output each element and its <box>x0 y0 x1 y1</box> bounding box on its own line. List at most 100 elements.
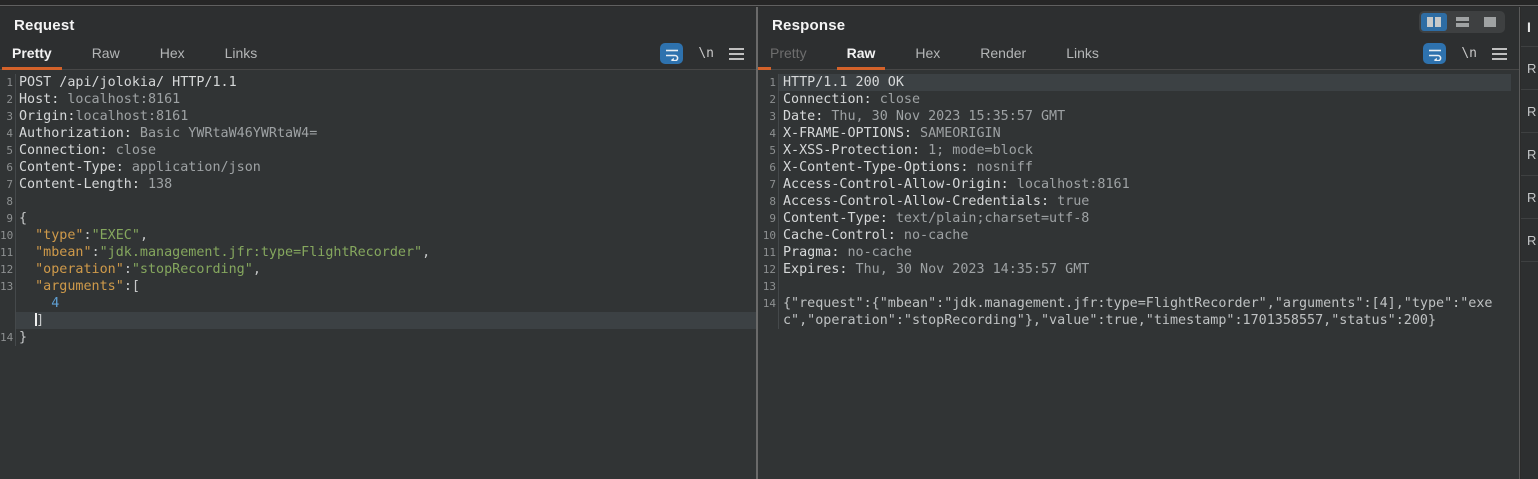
code-line[interactable]: 11Pragma: no-cache <box>758 244 1519 261</box>
code-line[interactable]: 14} <box>0 329 756 346</box>
response-panel: Response Pretty Raw Hex Render Links \n 1HTT… <box>758 7 1520 479</box>
tab-hex[interactable]: Hex <box>913 45 942 69</box>
code-line[interactable]: 6Content-Type: application/json <box>0 159 756 176</box>
line-number: 11 <box>0 244 13 261</box>
code-line[interactable]: 10 "type":"EXEC", <box>0 227 756 244</box>
request-panel-title: Request <box>14 17 75 34</box>
line-number: 3 <box>0 108 13 125</box>
code-line[interactable]: 1HTTP/1.1 200 OK <box>758 74 1519 91</box>
code-text: Expires: Thu, 30 Nov 2023 14:35:57 GMT <box>779 261 1511 278</box>
code-line[interactable]: 13 <box>758 278 1519 295</box>
code-line[interactable]: 14{"request":{"mbean":"jdk.management.jf… <box>758 295 1519 329</box>
line-number: 6 <box>758 159 776 176</box>
single-pane-button[interactable] <box>1477 13 1503 31</box>
line-number: 12 <box>758 261 776 278</box>
line-number: 9 <box>0 210 13 227</box>
layout-view-buttons <box>1419 11 1505 33</box>
request-panel-header: Request <box>0 7 756 39</box>
tab-raw[interactable]: Raw <box>845 45 878 69</box>
inspector-collapsed-strip: IRRRRR <box>1521 7 1538 479</box>
code-text: Origin:localhost:8161 <box>16 108 756 125</box>
code-line[interactable]: 8 <box>0 193 756 210</box>
line-number: 12 <box>0 261 13 278</box>
line-number: 2 <box>758 91 776 108</box>
line-number: 7 <box>0 176 13 193</box>
response-editor[interactable]: 1HTTP/1.1 200 OK2Connection: close3Date:… <box>758 70 1519 479</box>
code-line[interactable]: 3Origin:localhost:8161 <box>0 108 756 125</box>
editor-menu-button[interactable] <box>1492 48 1507 60</box>
word-wrap-icon <box>1427 47 1443 61</box>
code-text: "operation":"stopRecording", <box>16 261 756 278</box>
show-newlines-toggle[interactable]: \n <box>698 46 714 61</box>
code-line[interactable]: 8Access-Control-Allow-Credentials: true <box>758 193 1519 210</box>
code-line[interactable]: 4Authorization: Basic YWRtaW46YWRtaW4= <box>0 125 756 142</box>
code-text: X-Content-Type-Options: nosniff <box>779 159 1511 176</box>
inspector-strip-label: R <box>1527 147 1536 162</box>
code-line[interactable]: 12Expires: Thu, 30 Nov 2023 14:35:57 GMT <box>758 261 1519 278</box>
request-editor[interactable]: 1POST /api/jolokia/ HTTP/1.12Host: local… <box>0 70 756 479</box>
code-line[interactable]: 11 "mbean":"jdk.management.jfr:type=Flig… <box>0 244 756 261</box>
inspector-strip-section[interactable]: R <box>1521 47 1538 90</box>
line-number: 4 <box>758 125 776 142</box>
line-number: 5 <box>758 142 776 159</box>
code-line[interactable]: 9{ <box>0 210 756 227</box>
response-panel-header: Response <box>758 7 1519 39</box>
code-line[interactable]: ] <box>0 312 756 329</box>
inspector-strip-section[interactable]: R <box>1521 176 1538 219</box>
tab-render[interactable]: Render <box>978 45 1028 69</box>
code-text: Date: Thu, 30 Nov 2023 15:35:57 GMT <box>779 108 1511 125</box>
tab-raw[interactable]: Raw <box>90 45 122 69</box>
code-line[interactable]: 1POST /api/jolokia/ HTTP/1.1 <box>0 74 756 91</box>
inspector-strip-header[interactable]: I <box>1521 7 1538 47</box>
code-text: { <box>16 210 756 227</box>
inspector-strip-section[interactable]: R <box>1521 133 1538 176</box>
code-text: Pragma: no-cache <box>779 244 1511 261</box>
top-divider-strip <box>0 0 1538 6</box>
word-wrap-icon <box>664 47 680 61</box>
line-number: 8 <box>758 193 776 210</box>
inspector-strip-section[interactable]: R <box>1521 219 1538 262</box>
response-tabrow-icons: \n <box>1423 43 1507 64</box>
code-line[interactable]: 2Connection: close <box>758 91 1519 108</box>
split-columns-button[interactable] <box>1421 13 1447 31</box>
tab-pretty[interactable]: Pretty <box>10 45 54 69</box>
line-number: 7 <box>758 176 776 193</box>
code-line[interactable]: 7Access-Control-Allow-Origin: localhost:… <box>758 176 1519 193</box>
code-line[interactable]: 7Content-Length: 138 <box>0 176 756 193</box>
tab-links[interactable]: Links <box>223 45 260 69</box>
inspector-strip-label: R <box>1527 233 1536 248</box>
code-line[interactable]: 9Content-Type: text/plain;charset=utf-8 <box>758 210 1519 227</box>
editor-menu-button[interactable] <box>729 48 744 60</box>
request-tabrow-icons: \n <box>660 43 744 64</box>
code-line[interactable]: 2Host: localhost:8161 <box>0 91 756 108</box>
code-text <box>779 278 1511 295</box>
tab-links[interactable]: Links <box>1064 45 1101 69</box>
code-line[interactable]: 3Date: Thu, 30 Nov 2023 15:35:57 GMT <box>758 108 1519 125</box>
code-line[interactable]: 13 "arguments":[ <box>0 278 756 295</box>
word-wrap-toggle-button[interactable] <box>660 43 683 64</box>
line-number: 1 <box>758 74 776 91</box>
line-number: 14 <box>758 295 776 312</box>
tab-pretty[interactable]: Pretty <box>768 45 809 69</box>
response-panel-title: Response <box>772 17 845 34</box>
code-line[interactable]: 6X-Content-Type-Options: nosniff <box>758 159 1519 176</box>
inspector-strip-section[interactable]: R <box>1521 90 1538 133</box>
code-text: Cache-Control: no-cache <box>779 227 1511 244</box>
code-text: Host: localhost:8161 <box>16 91 756 108</box>
code-line[interactable]: 5Connection: close <box>0 142 756 159</box>
split-rows-button[interactable] <box>1449 13 1475 31</box>
code-line[interactable]: 4X-FRAME-OPTIONS: SAMEORIGIN <box>758 125 1519 142</box>
split-columns-icon <box>1427 17 1433 27</box>
show-newlines-toggle[interactable]: \n <box>1461 46 1477 61</box>
line-number: 13 <box>0 278 13 295</box>
tab-hex[interactable]: Hex <box>158 45 187 69</box>
word-wrap-toggle-button[interactable] <box>1423 43 1446 64</box>
code-line[interactable]: 10Cache-Control: no-cache <box>758 227 1519 244</box>
code-line[interactable]: 4 <box>0 295 756 312</box>
code-text: X-XSS-Protection: 1; mode=block <box>779 142 1511 159</box>
single-pane-icon <box>1484 17 1496 27</box>
request-tab-row: Pretty Raw Hex Links \n <box>0 39 756 70</box>
code-text: Access-Control-Allow-Origin: localhost:8… <box>779 176 1511 193</box>
code-line[interactable]: 5X-XSS-Protection: 1; mode=block <box>758 142 1519 159</box>
code-line[interactable]: 12 "operation":"stopRecording", <box>0 261 756 278</box>
